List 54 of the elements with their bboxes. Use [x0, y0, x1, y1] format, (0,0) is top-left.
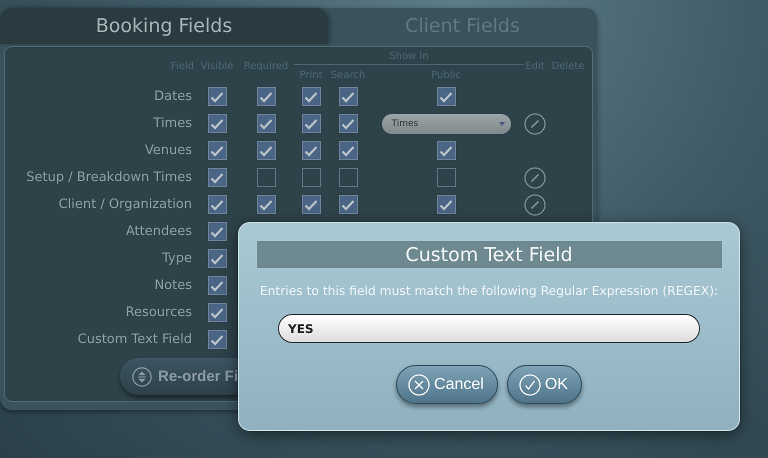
- checkbox[interactable]: [256, 114, 276, 133]
- cancel-button[interactable]: Cancel: [396, 365, 498, 404]
- checkbox[interactable]: [436, 141, 456, 160]
- cancel-icon: [408, 374, 430, 396]
- field-label: Client / Organization: [58, 197, 193, 212]
- caret-icon: [498, 122, 504, 126]
- dialog-title: Custom Text Field: [256, 241, 722, 268]
- checkbox[interactable]: [256, 87, 276, 106]
- checkbox[interactable]: [302, 168, 320, 187]
- checkbox[interactable]: [208, 168, 226, 187]
- checkbox[interactable]: [208, 249, 226, 268]
- checkbox[interactable]: [208, 195, 226, 214]
- dialog-message: Entries to this field must match the following Regular Expression (REGEX):: [260, 284, 718, 298]
- checkbox[interactable]: [338, 168, 358, 187]
- checkbox[interactable]: [302, 87, 320, 106]
- checkbox[interactable]: [208, 141, 226, 160]
- checkbox[interactable]: [436, 168, 456, 187]
- checkbox[interactable]: [208, 330, 226, 349]
- checkbox[interactable]: [208, 87, 226, 106]
- checkbox[interactable]: [302, 195, 320, 214]
- checkbox[interactable]: [208, 222, 226, 241]
- checkbox[interactable]: [208, 114, 226, 133]
- input-field[interactable]: YES: [278, 314, 700, 343]
- checkbox[interactable]: [436, 87, 456, 106]
- checkbox[interactable]: [256, 141, 276, 160]
- checkbox[interactable]: [338, 141, 358, 160]
- checkbox[interactable]: [256, 195, 276, 214]
- checkbox[interactable]: [338, 114, 358, 133]
- check-icon: [518, 374, 541, 396]
- checkbox[interactable]: [338, 87, 358, 106]
- field-label: Notes: [154, 278, 193, 293]
- ok-button[interactable]: OK: [506, 365, 582, 404]
- checkbox[interactable]: [208, 303, 226, 322]
- field-label: Setup / Breakdown Times: [26, 170, 193, 185]
- field-label: Venues: [144, 143, 193, 158]
- up-down-icon: [132, 366, 152, 388]
- field-label: Times: [153, 116, 193, 131]
- tab[interactable]: Booking Fields: [0, 8, 328, 44]
- edit-icon[interactable]: [524, 194, 546, 216]
- edit-icon[interactable]: [524, 112, 546, 134]
- checkbox[interactable]: [208, 276, 226, 295]
- edit-icon[interactable]: [524, 166, 546, 188]
- field-label: Custom Text Field: [78, 332, 193, 347]
- checkbox[interactable]: [338, 195, 358, 214]
- checkbox[interactable]: [256, 168, 276, 187]
- field-label: Dates: [154, 89, 193, 104]
- field-label: Type: [162, 251, 193, 266]
- checkbox[interactable]: [302, 141, 320, 160]
- field-label: Attendees: [126, 224, 193, 239]
- dropdown[interactable]: Times: [382, 114, 510, 134]
- reorder-button[interactable]: Re-order Fi: [120, 358, 238, 395]
- checkbox[interactable]: [436, 195, 456, 214]
- checkbox[interactable]: [302, 114, 320, 133]
- field-label: Resources: [126, 305, 193, 320]
